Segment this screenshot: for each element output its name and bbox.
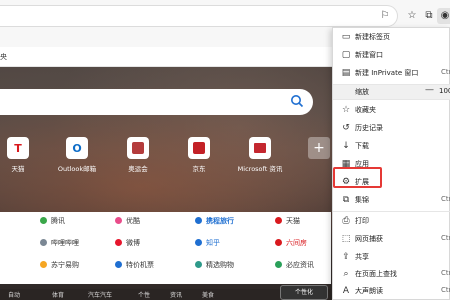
news-category[interactable]: 自动: [8, 290, 20, 299]
ctrip-icon: [195, 217, 202, 224]
menu-zoom: 缩放 — 100%: [333, 85, 450, 99]
news-category[interactable]: 个性: [138, 290, 150, 299]
menu-read-aloud[interactable]: A 大声朗读 Ctr: [333, 282, 450, 300]
olympics-icon: [127, 137, 149, 159]
link-suning[interactable]: 苏宁易购: [40, 260, 79, 270]
profile-icon[interactable]: ◉: [437, 8, 450, 24]
menu-downloads[interactable]: ↓ 下载: [333, 137, 450, 156]
link-ctrip[interactable]: 携程旅行: [195, 216, 234, 226]
print-icon: ⎙: [342, 216, 350, 226]
zhihu-icon: [195, 239, 202, 246]
6rooms-icon: [275, 239, 282, 246]
link-youku[interactable]: 优酷: [115, 216, 140, 226]
link-weibo[interactable]: 微博: [115, 238, 140, 248]
menu-new-window[interactable]: ▢ 新建窗口: [333, 46, 450, 65]
tile-tmall[interactable]: T 天猫: [0, 137, 43, 173]
web-capture-icon: ⬚: [341, 234, 351, 244]
download-icon: ↓: [342, 141, 350, 151]
link-6rooms[interactable]: 六间房: [275, 238, 307, 248]
microsoft-news-icon: [249, 137, 271, 159]
tile-olympics[interactable]: 奥运会: [113, 137, 163, 173]
bilibili-icon: [40, 239, 47, 246]
news-category[interactable]: 汽车汽车: [88, 290, 112, 299]
link-tmall[interactable]: 天猫: [275, 216, 300, 226]
search-box[interactable]: [0, 89, 313, 115]
tmall-icon: T: [7, 137, 29, 159]
menu-new-tab[interactable]: ▭ 新建标签页: [333, 28, 450, 47]
flights-icon: [115, 261, 122, 268]
history-icon: ↺: [342, 123, 350, 133]
link-tencent[interactable]: 腾讯: [40, 216, 65, 226]
bing-news-icon: [275, 261, 282, 268]
settings-menu: ▭ 新建标签页 ▢ 新建窗口 ▤ 新建 InPrivate 窗口 Ctr 缩放 …: [332, 27, 450, 300]
address-bar[interactable]: [0, 5, 398, 27]
read-aloud-icon: A: [342, 286, 350, 296]
reading-icon[interactable]: ⚐: [378, 9, 392, 23]
menu-history[interactable]: ↺ 历史记录: [333, 119, 450, 138]
search-icon[interactable]: [290, 94, 304, 108]
zoom-value: 100%: [439, 87, 450, 95]
menu-divider: [333, 99, 450, 100]
link-bing-news[interactable]: 必应资讯: [275, 260, 314, 270]
collections-icon[interactable]: ⧉: [421, 8, 437, 24]
new-tab-icon: ▭: [341, 32, 351, 42]
tencent-icon: [40, 217, 47, 224]
link-cheap-flights[interactable]: 特价机票: [115, 260, 154, 270]
menu-web-capture[interactable]: ⬚ 网页捕获 Ctr: [333, 230, 450, 249]
star-outline-icon[interactable]: ☆: [404, 8, 420, 24]
link-shopping[interactable]: 精选购物: [195, 260, 234, 270]
new-window-icon: ▢: [341, 50, 351, 60]
news-category[interactable]: 体育: [52, 290, 64, 299]
youku-icon: [115, 217, 122, 224]
share-icon: ⇪: [342, 252, 350, 262]
link-zhihu[interactable]: 知乎: [195, 238, 220, 248]
menu-new-inprivate[interactable]: ▤ 新建 InPrivate 窗口 Ctr: [333, 64, 450, 83]
news-category[interactable]: 美食: [202, 290, 214, 299]
quick-links-panel: 腾讯 优酷 携程旅行 天猫 哔哩哔哩 微博 知乎 六间房 苏宁易购 特价机票 精…: [0, 212, 331, 284]
weibo-icon: [115, 239, 122, 246]
menu-print[interactable]: ⎙ 打印: [333, 212, 450, 231]
collections-menu-icon: ⧉: [342, 195, 350, 205]
tile-outlook[interactable]: O Outlook邮箱: [52, 137, 102, 173]
tile-jd[interactable]: 京东: [174, 137, 224, 173]
menu-collections[interactable]: ⧉ 集锦 Ctr: [333, 191, 450, 210]
suning-icon: [40, 261, 47, 268]
find-icon: ⌕: [343, 269, 349, 279]
favorites-bar-item[interactable]: 央: [0, 52, 7, 62]
menu-favorites[interactable]: ☆ 收藏夹: [333, 101, 450, 120]
shopping-icon: [195, 261, 202, 268]
inprivate-icon: ▤: [341, 68, 351, 78]
zoom-out-button[interactable]: —: [425, 85, 434, 95]
tile-microsoft-news[interactable]: Microsoft 资讯: [235, 137, 285, 173]
extensions-highlight-box: [333, 167, 382, 188]
add-tile-button[interactable]: +: [308, 137, 330, 159]
favorites-icon: ☆: [341, 105, 351, 115]
jd-icon: [188, 137, 210, 159]
link-bilibili[interactable]: 哔哩哔哩: [40, 238, 79, 248]
tmall-small-icon: [275, 217, 282, 224]
news-category[interactable]: 资讯: [170, 290, 182, 299]
personalize-button[interactable]: 个性化: [280, 285, 328, 300]
outlook-icon: O: [66, 137, 88, 159]
